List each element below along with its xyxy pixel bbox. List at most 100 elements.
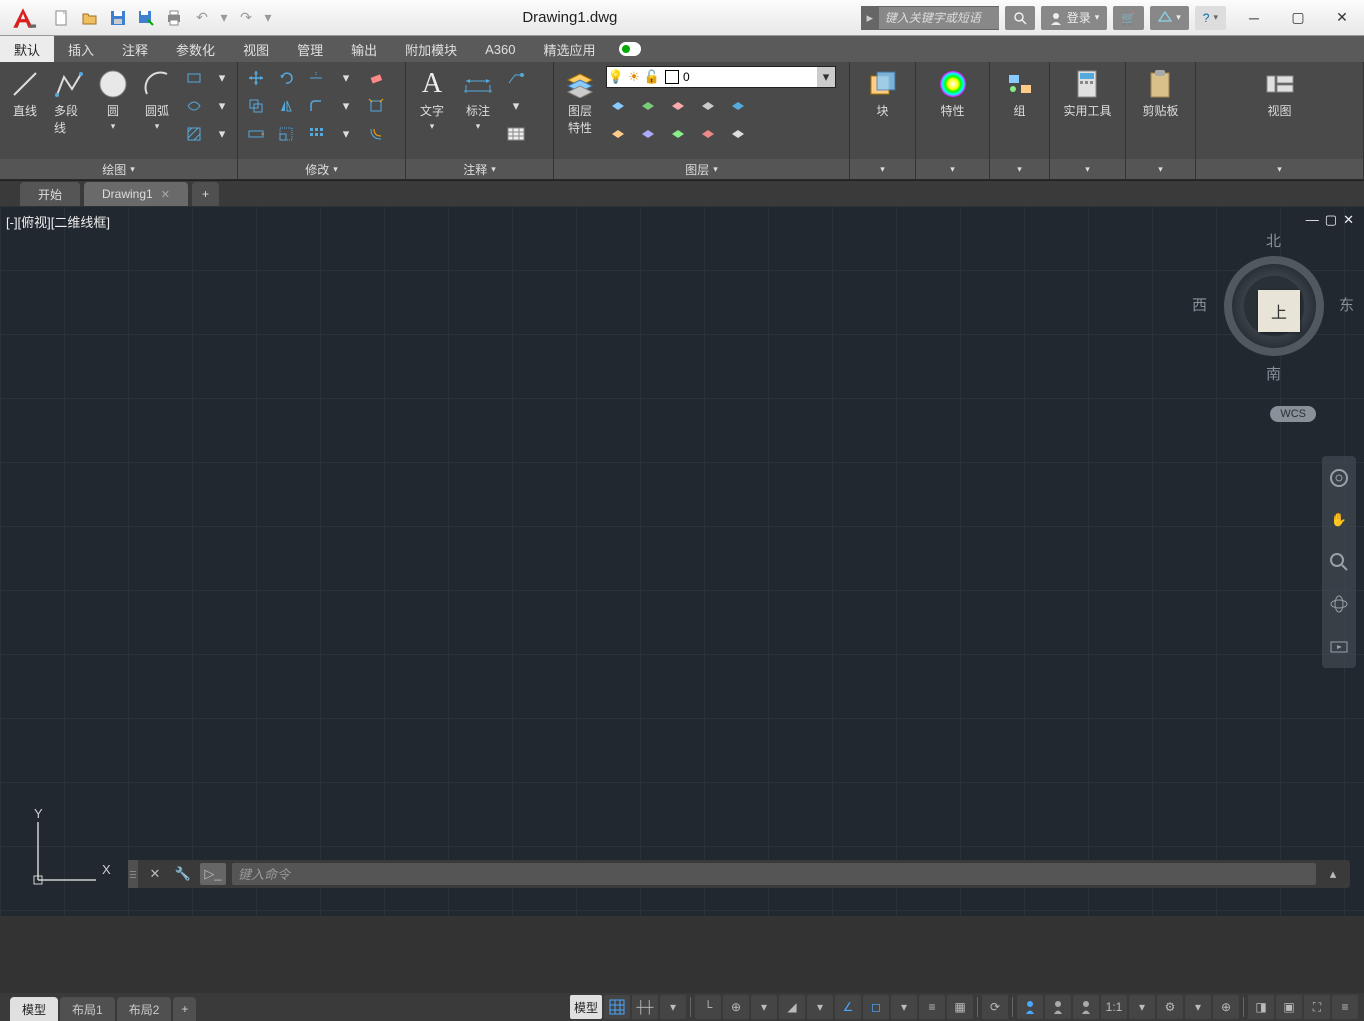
block-button[interactable]: 块 (863, 66, 903, 121)
exchange-icon[interactable]: 🛒 (1113, 6, 1144, 30)
vp-maximize-icon[interactable]: ▢ (1325, 212, 1337, 228)
layer-make-icon[interactable] (726, 94, 750, 118)
saveas-icon[interactable] (133, 5, 159, 31)
new-icon[interactable] (49, 5, 75, 31)
cmd-customize-icon[interactable]: 🔧 (172, 863, 194, 885)
maximize-button[interactable]: ▢ (1276, 0, 1320, 36)
circle-button[interactable]: 圆▾ (94, 66, 132, 134)
status-model[interactable]: 模型 (570, 995, 602, 1019)
fillet-icon[interactable] (304, 94, 328, 118)
close-button[interactable]: ✕ (1320, 0, 1364, 36)
trim-icon[interactable] (304, 66, 328, 90)
hatch-icon[interactable] (182, 122, 206, 146)
rotate-icon[interactable] (274, 66, 298, 90)
arc-button[interactable]: 圆弧▾ (138, 66, 176, 134)
wcs-badge[interactable]: WCS (1270, 406, 1316, 422)
layer-prev-icon[interactable] (636, 122, 660, 146)
status-isolate-icon[interactable]: ▣ (1276, 995, 1302, 1019)
viewcube[interactable]: 上 北 南 东 西 (1214, 246, 1334, 366)
ellipse-icon[interactable] (182, 94, 206, 118)
viewcube-east[interactable]: 东 (1339, 294, 1354, 315)
clip-button[interactable]: 剪贴板 (1138, 66, 1182, 121)
erase-icon[interactable] (364, 66, 388, 90)
view-button[interactable]: 视图 (1260, 66, 1300, 121)
scale-icon[interactable] (274, 122, 298, 146)
search-go[interactable] (1005, 6, 1035, 30)
layer-unlock-icon[interactable] (726, 122, 750, 146)
viewport-label[interactable]: [-][俯视][二维线框] (6, 212, 110, 231)
status-customize-icon[interactable]: ≡ (1332, 995, 1358, 1019)
viewcube-top-face[interactable]: 上 (1258, 290, 1300, 332)
redo-icon[interactable]: ↷ (233, 5, 259, 31)
status-cycling-icon[interactable]: ⟳ (982, 995, 1008, 1019)
help-icon[interactable]: ? ▾ (1195, 6, 1226, 30)
fillet-dd[interactable]: ▾ (334, 94, 358, 118)
open-icon[interactable] (77, 5, 103, 31)
leader-icon[interactable] (504, 66, 528, 90)
layer-iso-icon[interactable] (636, 94, 660, 118)
status-scale-dd[interactable]: ▾ (1129, 995, 1155, 1019)
status-snap-icon[interactable]: ┼┼ (632, 995, 658, 1019)
tab-default[interactable]: 默认 (0, 36, 54, 62)
tab-a360[interactable]: A360 (471, 36, 529, 62)
status-transparency-icon[interactable]: ▦ (947, 995, 973, 1019)
status-grid-icon[interactable] (604, 995, 630, 1019)
rectangle-icon[interactable] (182, 66, 206, 90)
stretch-icon[interactable] (244, 122, 268, 146)
nav-showmotion-icon[interactable] (1329, 632, 1349, 660)
vp-minimize-icon[interactable]: — (1306, 212, 1319, 228)
app-exchange-icon[interactable]: ▾ (1150, 6, 1189, 30)
table-icon[interactable] (504, 122, 528, 146)
layer-off-icon[interactable] (606, 94, 630, 118)
cmd-close-icon[interactable]: ✕ (144, 863, 166, 885)
viewcube-south[interactable]: 南 (1266, 363, 1281, 384)
rectangle-dd[interactable]: ▾ (210, 66, 234, 90)
status-osnap-icon[interactable]: ◻ (863, 995, 889, 1019)
layer-on-icon[interactable] (666, 122, 690, 146)
layer-thaw-icon[interactable] (696, 122, 720, 146)
status-annoscale-icon[interactable] (1017, 995, 1043, 1019)
panel-props-title[interactable]: ▾ (916, 159, 989, 179)
search-input[interactable] (879, 7, 999, 29)
group-button[interactable]: 组 (1000, 66, 1040, 121)
panel-modify-title[interactable]: 修改 ▾ (238, 159, 405, 179)
tab-insert[interactable]: 插入 (54, 36, 108, 62)
search-expand-icon[interactable]: ▸ (861, 10, 879, 26)
status-lineweight-icon[interactable]: ≡ (919, 995, 945, 1019)
save-icon[interactable] (105, 5, 131, 31)
array-icon[interactable] (304, 122, 328, 146)
cmd-history-icon[interactable]: ▴ (1322, 863, 1344, 885)
command-input[interactable] (232, 863, 1316, 885)
panel-draw-title[interactable]: 绘图 ▾ (0, 159, 237, 179)
offset-icon[interactable] (364, 122, 388, 146)
status-annoauto-icon[interactable] (1073, 995, 1099, 1019)
status-cleanscreen-icon[interactable]: ⛶ (1304, 995, 1330, 1019)
text-button[interactable]: A文字▾ (412, 66, 452, 134)
tab-start[interactable]: 开始 (20, 182, 80, 206)
undo-icon[interactable]: ↶ (189, 5, 215, 31)
nav-orbit-icon[interactable] (1329, 590, 1349, 618)
status-annomonitor-icon[interactable]: ⊕ (1213, 995, 1239, 1019)
tab-manage[interactable]: 管理 (283, 36, 337, 62)
nav-pan-icon[interactable]: ✋ (1331, 506, 1347, 534)
tab-featured[interactable]: 精选应用 (530, 36, 610, 62)
status-iso-dd[interactable]: ▾ (807, 995, 833, 1019)
panel-annot-title[interactable]: 注释 ▾ (406, 159, 553, 179)
tab-output[interactable]: 输出 (337, 36, 391, 62)
layer-freeze-icon[interactable] (666, 94, 690, 118)
viewcube-north[interactable]: 北 (1266, 230, 1281, 251)
panel-group-title[interactable]: ▾ (990, 159, 1049, 179)
tab-view[interactable]: 视图 (229, 36, 283, 62)
layout-tab-model[interactable]: 模型 (10, 997, 58, 1021)
tab-addin[interactable]: 附加模块 (391, 36, 471, 62)
trim-dd[interactable]: ▾ (334, 66, 358, 90)
layer-match-icon[interactable] (606, 122, 630, 146)
polyline-button[interactable]: 多段线 (50, 66, 88, 138)
explode-icon[interactable] (364, 94, 388, 118)
dimension-button[interactable]: 标注▾ (458, 66, 498, 134)
panel-util-title[interactable]: ▾ (1050, 159, 1125, 179)
util-button[interactable]: 实用工具 (1059, 66, 1115, 121)
status-osnap-dd[interactable]: ▾ (891, 995, 917, 1019)
status-hardware-icon[interactable]: ◨ (1248, 995, 1274, 1019)
ucs-icon[interactable]: YX (20, 806, 120, 896)
